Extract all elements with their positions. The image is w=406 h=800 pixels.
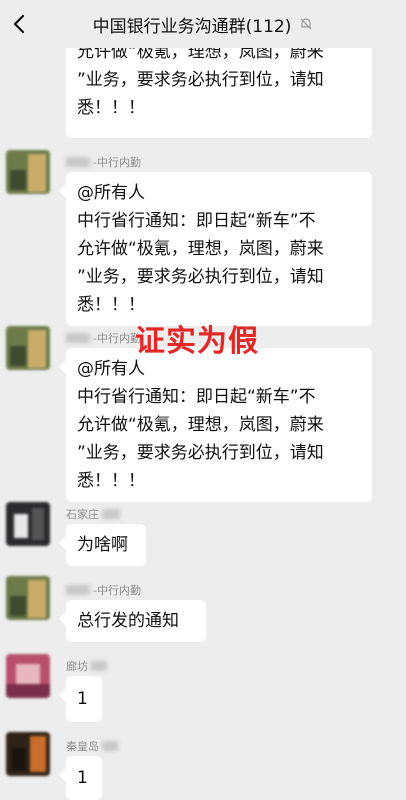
bell-slash-icon <box>300 18 312 30</box>
message-bubble[interactable]: 总行发的通知 <box>66 600 206 642</box>
message-text: 为啥啊 <box>77 535 128 555</box>
message-line: ”业务，要求务必执行到位，请知 <box>77 70 324 90</box>
avatar[interactable] <box>6 150 50 194</box>
message-text: 1 <box>77 768 88 788</box>
sender-name: 石家庄 <box>66 506 120 522</box>
message-bubble[interactable]: 1 <box>66 676 102 722</box>
fake-verdict-stamp: 证实为假 <box>135 324 259 359</box>
message-line: 允许做“极氪，理想，岚图，蔚来 <box>77 415 324 435</box>
chat-title: 中国银行业务沟通群(112) <box>92 16 292 37</box>
message-line: 悉！！！ <box>77 295 145 315</box>
message-text: 总行发的通知 <box>77 611 179 631</box>
sender-name: 廊坊 <box>66 658 107 674</box>
back-button[interactable] <box>8 10 32 38</box>
sender-name: -中行内勤 <box>66 330 141 346</box>
message-text: 1 <box>77 689 88 709</box>
message-line: @所有人 <box>77 183 145 203</box>
avatar[interactable] <box>6 502 50 546</box>
avatar[interactable] <box>6 732 50 776</box>
chat-header: 中国银行业务沟通群(112) <box>0 0 406 48</box>
chevron-left-icon <box>13 14 25 34</box>
sender-name: -中行内勤 <box>66 582 141 598</box>
message-line: 中行省行通知：即日起“新车”不 <box>77 211 316 231</box>
message-line: 悉！！！ <box>77 98 145 118</box>
message-bubble[interactable]: @所有人 中行省行通知：即日起“新车”不 允许做“极氪，理想，岚图，蔚来 ”业务… <box>66 348 372 502</box>
sender-name: -中行内勤 <box>66 154 141 170</box>
message-line: 悉！！！ <box>77 471 145 491</box>
avatar[interactable] <box>6 326 50 370</box>
message-line: 允许做“极氪，理想，岚图，蔚来 <box>77 239 324 259</box>
message-bubble[interactable]: @所有人 中行省行通知：即日起“新车”不 允许做“极氪，理想，岚图，蔚来 ”业务… <box>66 172 372 326</box>
sender-name: 秦皇岛 <box>66 738 118 754</box>
message-line: ”业务，要求务必执行到位，请知 <box>77 443 324 463</box>
chat-area: 允许做“极氪，理想，岚图，蔚来 ”业务，要求务必执行到位，请知 悉！！！ -中行… <box>0 0 406 800</box>
avatar[interactable] <box>6 654 50 698</box>
message-bubble[interactable]: 为啥啊 <box>66 524 146 566</box>
message-line: ”业务，要求务必执行到位，请知 <box>77 267 324 287</box>
message-line: 中行省行通知：即日起“新车”不 <box>77 387 316 407</box>
avatar[interactable] <box>6 576 50 620</box>
message-bubble[interactable]: 1 <box>66 756 102 800</box>
